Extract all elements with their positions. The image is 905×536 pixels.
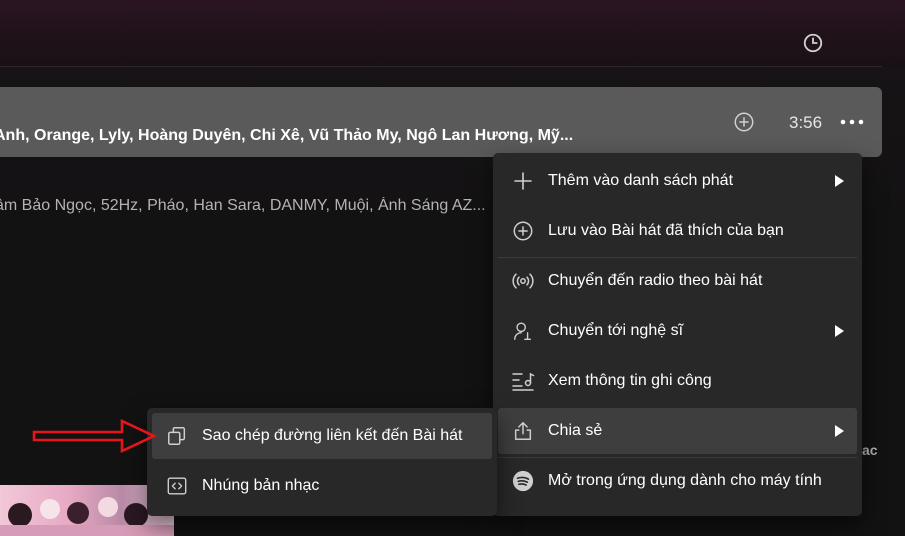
page-header-band [0, 0, 905, 66]
submenu-item-label: Sao chép đường liên kết đến Bài hát [202, 427, 463, 444]
menu-item-label: Mở trong ứng dụng dành cho máy tính [548, 472, 822, 489]
next-track-artists[interactable]: âm Bảo Ngọc, 52Hz, Pháo, Han Sara, DANMY… [0, 197, 500, 215]
menu-item-song-radio[interactable]: Chuyển đến radio theo bài hát [498, 258, 857, 304]
caret-right-icon [835, 175, 844, 187]
menu-item-share[interactable]: Chia sẻ [498, 408, 857, 454]
plus-icon [511, 169, 535, 193]
menu-item-view-credits[interactable]: Xem thông tin ghi công [498, 358, 857, 404]
more-dots-icon[interactable] [838, 110, 866, 134]
submenu-item-embed[interactable]: Nhúng bản nhạc [152, 463, 492, 509]
copy-icon [165, 424, 189, 448]
menu-item-label: Chuyển đến radio theo bài hát [548, 272, 763, 289]
menu-item-save-liked[interactable]: Lưu vào Bài hát đã thích của bạn [498, 208, 857, 254]
plus-circle-icon[interactable] [733, 111, 755, 133]
radio-icon [511, 269, 535, 293]
embed-icon [165, 474, 189, 498]
partial-text: ac [862, 442, 878, 458]
annotation-arrow-icon [32, 418, 158, 454]
track-artists[interactable]: Anh, Orange, Lyly, Hoàng Duyên, Chi Xê, … [0, 127, 594, 145]
menu-item-label: Thêm vào danh sách phát [548, 172, 734, 189]
caret-right-icon [835, 325, 844, 337]
menu-item-go-to-artist[interactable]: Chuyển tới nghệ sĩ [498, 308, 857, 354]
share-icon [511, 419, 535, 443]
submenu-item-label: Nhúng bản nhạc [202, 477, 320, 494]
credits-icon [511, 369, 535, 393]
submenu-item-copy-link[interactable]: Sao chép đường liên kết đến Bài hát [152, 413, 492, 459]
clock-icon[interactable] [802, 32, 824, 54]
menu-item-label: Chuyển tới nghệ sĩ [548, 322, 684, 339]
menu-item-label: Chia sẻ [548, 422, 603, 439]
menu-item-open-desktop-app[interactable]: Mở trong ứng dụng dành cho máy tính [498, 458, 857, 504]
spotify-icon [511, 469, 535, 493]
menu-item-label: Lưu vào Bài hát đã thích của bạn [548, 222, 784, 239]
track-duration: 3:56 [789, 113, 823, 132]
artist-icon [511, 319, 535, 343]
plus-circle-icon [511, 219, 535, 243]
menu-item-add-to-playlist[interactable]: Thêm vào danh sách phát [498, 158, 857, 204]
context-menu: Thêm vào danh sách phát Lưu vào Bài hát … [493, 153, 862, 516]
caret-right-icon [835, 425, 844, 437]
menu-item-label: Xem thông tin ghi công [548, 372, 712, 389]
share-submenu: Sao chép đường liên kết đến Bài hát Nhún… [147, 408, 497, 516]
